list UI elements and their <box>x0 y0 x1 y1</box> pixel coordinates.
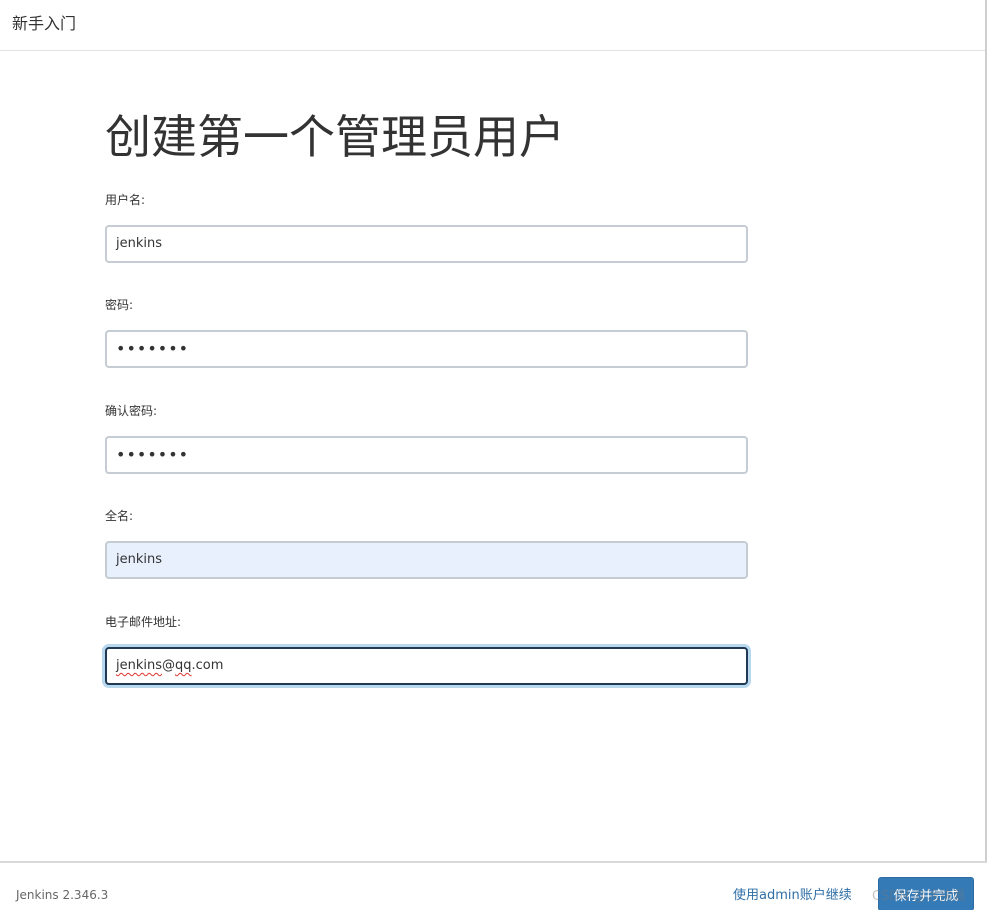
email-value-domain: qq <box>175 658 192 673</box>
wizard-footer: Jenkins 2.346.3 使用admin账户继续 保存并完成 CSDN @… <box>0 861 987 910</box>
username-group: 用户名: jenkins <box>105 192 748 263</box>
email-group: 电子邮件地址: jenkins@qq.com <box>105 614 748 685</box>
email-label: 电子邮件地址: <box>105 615 182 629</box>
continue-as-admin-link[interactable]: 使用admin账户继续 <box>733 884 852 903</box>
password-field[interactable]: ••••••• <box>105 330 748 368</box>
page-title: 创建第一个管理员用户 <box>105 110 565 164</box>
confirm-password-field[interactable]: ••••••• <box>105 436 748 474</box>
password-label: 密码: <box>105 298 134 312</box>
username-label: 用户名: <box>105 193 146 207</box>
create-admin-form: 创建第一个管理员用户 用户名: jenkins 密码: ••••••• 确认密码… <box>105 52 750 685</box>
email-field[interactable]: jenkins@qq.com <box>105 647 748 685</box>
password-group: 密码: ••••••• <box>105 297 748 368</box>
wizard-header: 新手入门 <box>0 0 985 51</box>
full-name-group: 全名: jenkins <box>105 508 748 579</box>
username-field[interactable]: jenkins <box>105 225 748 263</box>
full-name-label: 全名: <box>105 509 134 523</box>
email-value-tld: .com <box>191 658 224 673</box>
confirm-password-label: 确认密码: <box>105 404 158 418</box>
version-label: Jenkins 2.346.3 <box>16 888 109 902</box>
confirm-password-group: 确认密码: ••••••• <box>105 403 748 474</box>
setup-wizard-window: 新手入门 创建第一个管理员用户 用户名: jenkins 密码: •••••••… <box>0 0 987 910</box>
email-value-at: @ <box>162 658 176 673</box>
save-and-finish-button[interactable]: 保存并完成 <box>878 877 974 910</box>
email-value-user: jenkins <box>116 658 163 673</box>
header-title: 新手入门 <box>12 14 77 33</box>
full-name-field[interactable]: jenkins <box>105 541 748 579</box>
